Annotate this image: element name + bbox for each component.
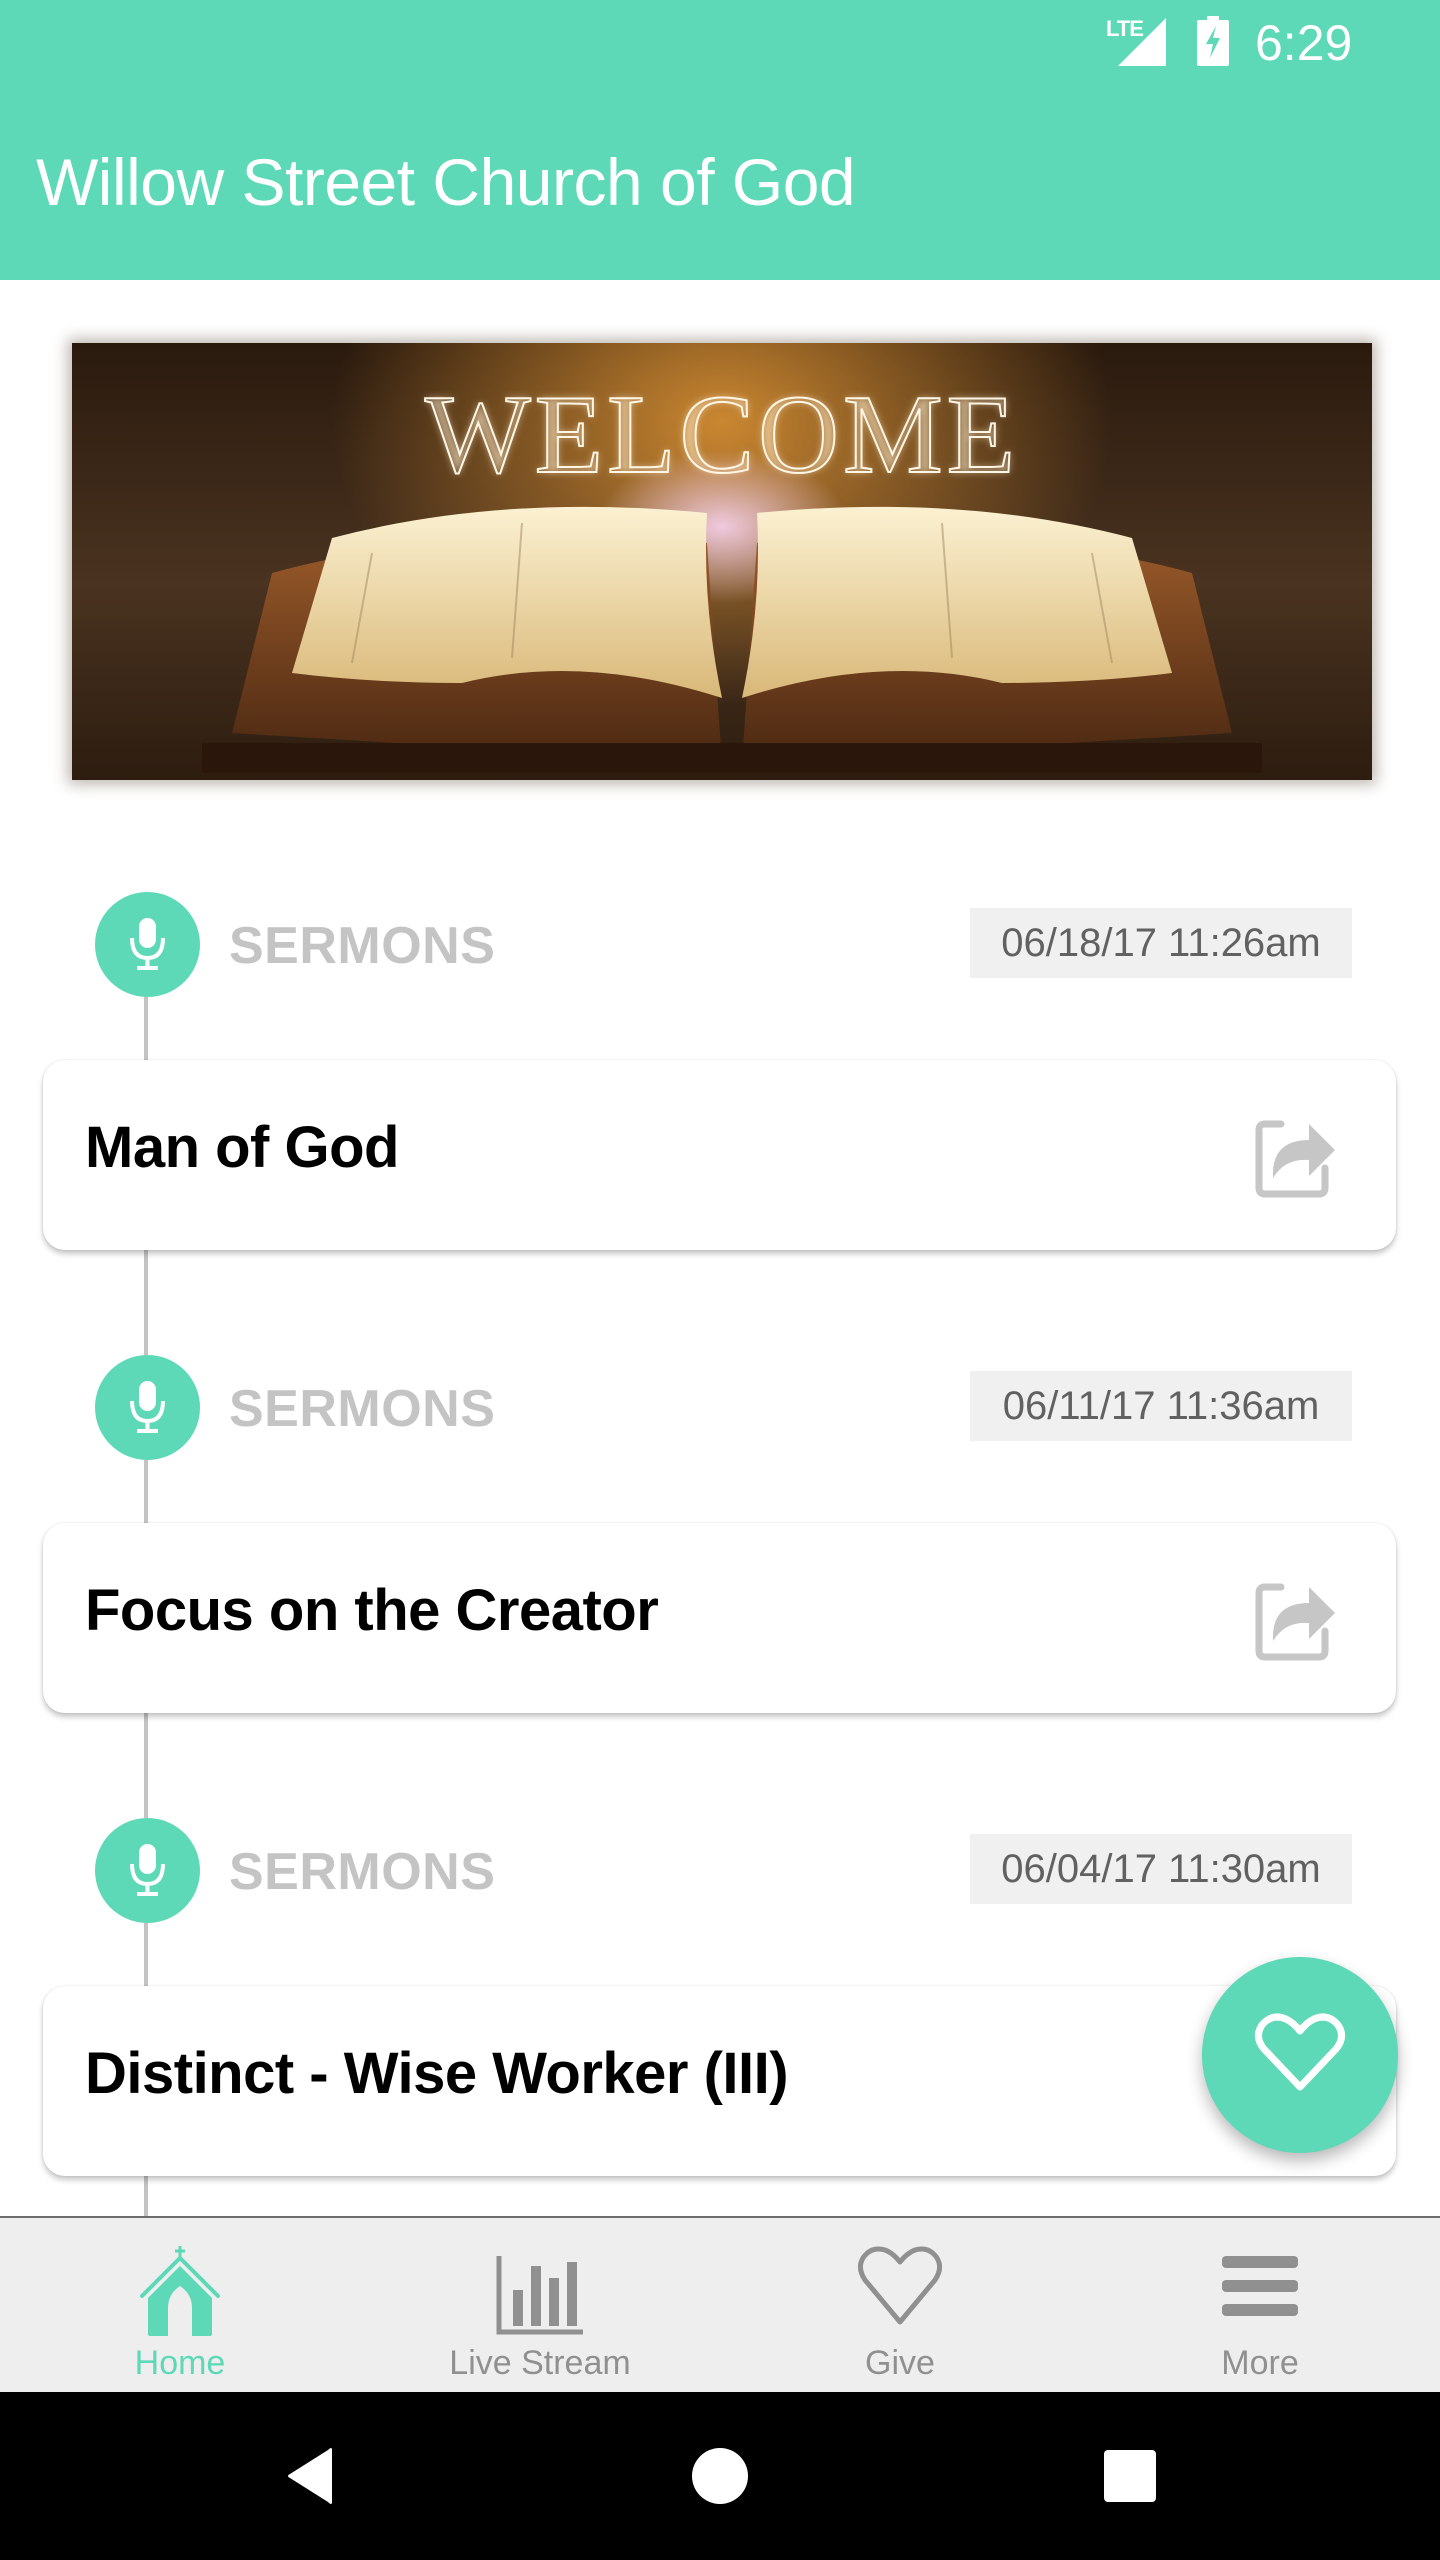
nav-tab-home[interactable]: Home bbox=[0, 2218, 360, 2392]
recents-icon[interactable] bbox=[1098, 2444, 1162, 2508]
bottom-navigation: Home Live Stream Give More bbox=[0, 2216, 1440, 2392]
nav-tab-give[interactable]: Give bbox=[720, 2218, 1080, 2392]
nav-label: Live Stream bbox=[449, 2344, 631, 2382]
timeline-line bbox=[144, 997, 148, 1060]
signal-icon bbox=[1118, 18, 1166, 66]
church-icon bbox=[140, 2246, 220, 2336]
card-title: Distinct - Wise Worker (III) bbox=[85, 2041, 789, 2106]
timeline-line bbox=[144, 1250, 148, 1355]
category-badge bbox=[95, 892, 200, 997]
timeline-line bbox=[144, 1460, 148, 1523]
feed-card[interactable]: Man of God bbox=[43, 1060, 1396, 1250]
bar-chart-icon bbox=[496, 2256, 583, 2335]
app-bar: LTE 6:29 Willow Street Church of God bbox=[0, 0, 1440, 280]
home-circle-icon[interactable] bbox=[688, 2444, 752, 2508]
heart-icon bbox=[857, 2246, 943, 2325]
timeline-line bbox=[144, 1713, 148, 1818]
date-chip: 06/11/17 11:36am bbox=[970, 1371, 1352, 1441]
feed-card[interactable]: Focus on the Creator bbox=[43, 1523, 1396, 1713]
welcome-banner[interactable]: WELCOME bbox=[72, 343, 1372, 780]
share-icon[interactable] bbox=[1251, 1110, 1341, 1200]
battery-charging-icon bbox=[1197, 16, 1229, 66]
microphone-icon bbox=[130, 1381, 165, 1433]
back-icon[interactable] bbox=[280, 2444, 344, 2508]
open-bible-image bbox=[202, 506, 1262, 773]
date-chip: 06/18/17 11:26am bbox=[970, 908, 1352, 978]
share-icon[interactable] bbox=[1251, 1573, 1341, 1663]
card-title: Man of God bbox=[85, 1115, 399, 1180]
category-label: SERMONS bbox=[229, 1843, 496, 1901]
timeline-line bbox=[144, 1923, 148, 1986]
system-navigation-bar bbox=[0, 2392, 1440, 2560]
microphone-icon bbox=[130, 918, 165, 970]
clock: 6:29 bbox=[1255, 15, 1353, 71]
card-title: Focus on the Creator bbox=[85, 1578, 659, 1643]
nav-label: Give bbox=[865, 2344, 935, 2382]
feed-entry-header: SERMONS 06/11/17 11:36am bbox=[0, 1355, 1440, 1465]
heart-icon bbox=[1255, 2013, 1345, 2091]
feed-card[interactable]: Distinct - Wise Worker (III) bbox=[43, 1986, 1396, 2176]
nav-label: Home bbox=[134, 2344, 226, 2382]
category-badge bbox=[95, 1818, 200, 1923]
favorite-fab-button[interactable] bbox=[1202, 1957, 1398, 2153]
nav-label: More bbox=[1221, 2344, 1299, 2382]
banner-text: WELCOME bbox=[424, 372, 1020, 498]
timeline-line bbox=[144, 2176, 148, 2216]
menu-icon bbox=[1222, 2256, 1298, 2316]
status-bar: LTE 6:29 bbox=[1040, 0, 1440, 84]
page-title: Willow Street Church of God bbox=[36, 145, 856, 219]
date-chip: 06/04/17 11:30am bbox=[970, 1834, 1352, 1904]
category-label: SERMONS bbox=[229, 1380, 496, 1438]
category-badge bbox=[95, 1355, 200, 1460]
category-label: SERMONS bbox=[229, 917, 496, 975]
nav-tab-live-stream[interactable]: Live Stream bbox=[360, 2218, 720, 2392]
feed-entry-header: SERMONS 06/18/17 11:26am bbox=[0, 892, 1440, 1002]
nav-tab-more[interactable]: More bbox=[1080, 2218, 1440, 2392]
feed-entry-header: SERMONS 06/04/17 11:30am bbox=[0, 1818, 1440, 1928]
microphone-icon bbox=[130, 1844, 165, 1896]
